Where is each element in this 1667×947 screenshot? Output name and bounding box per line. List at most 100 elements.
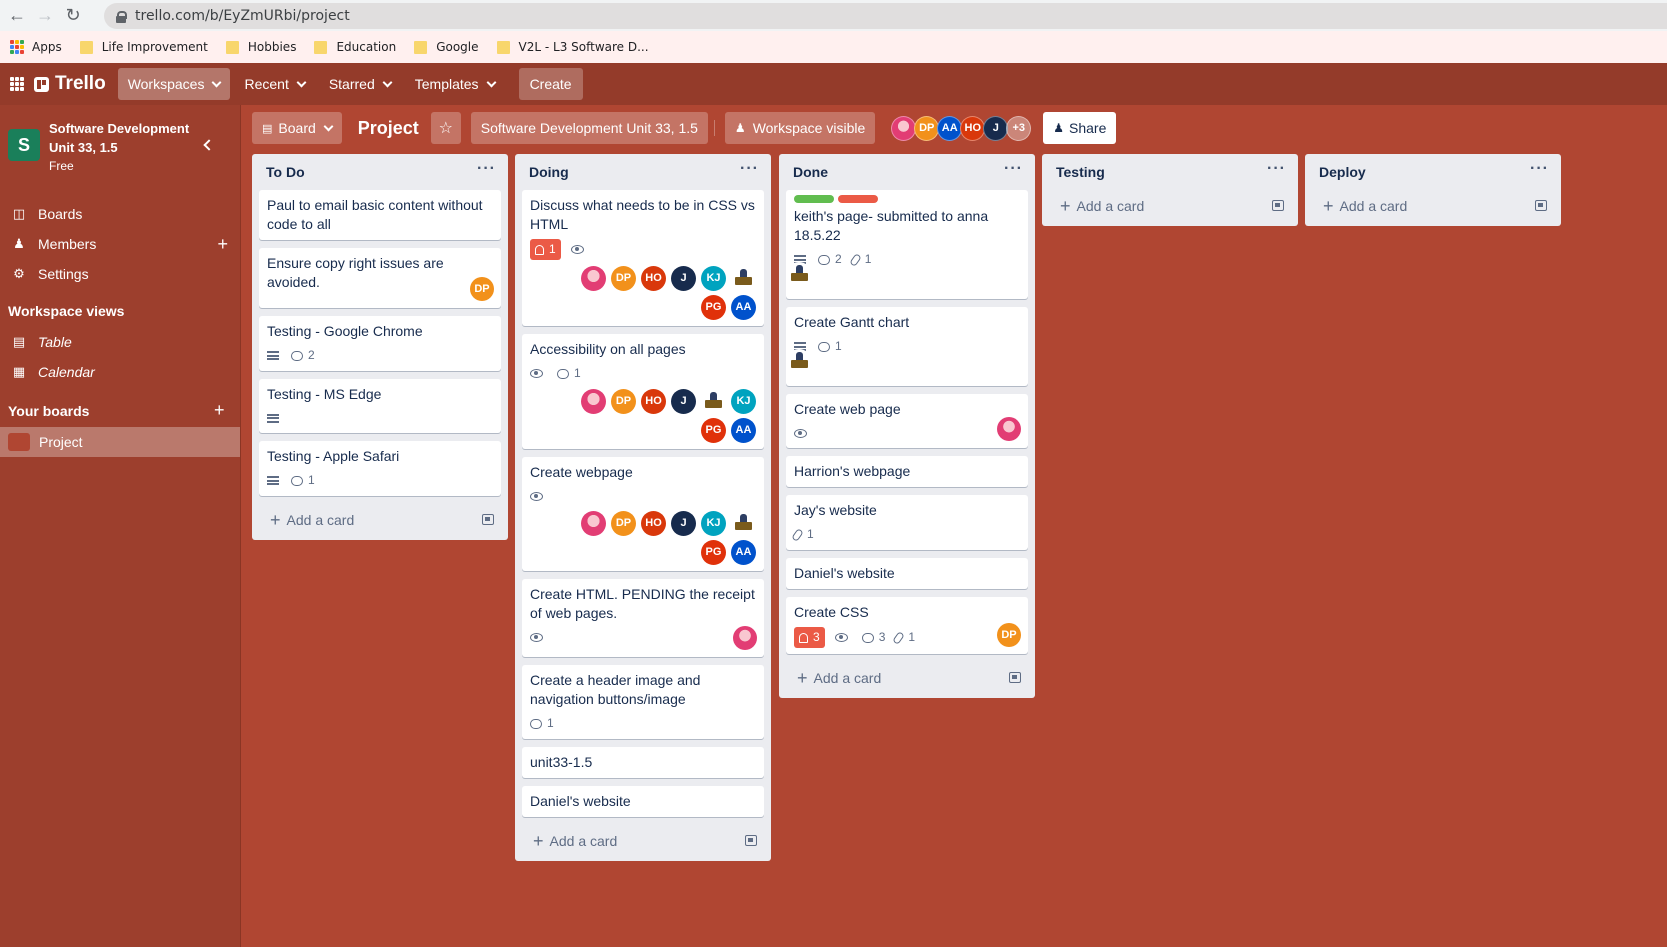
sidebar-item-calendar[interactable]: ▦ Calendar (0, 357, 240, 387)
add-card-button[interactable]: + Add a card (779, 662, 1035, 694)
card[interactable]: Testing - Apple Safari 1 (259, 441, 501, 496)
list-menu-icon[interactable]: ··· (740, 161, 759, 177)
member-avatar[interactable]: HO (960, 115, 986, 141)
board-title[interactable]: Project (358, 118, 419, 139)
sidebar-item-project[interactable]: Project (0, 427, 240, 457)
bookmark-life-improvement[interactable]: Life Improvement (79, 40, 208, 54)
member-avatar[interactable] (891, 115, 917, 141)
card[interactable]: unit33-1.5 (522, 747, 764, 778)
label-green[interactable] (794, 195, 834, 203)
starred-menu[interactable]: Starred (319, 68, 401, 100)
add-card-button[interactable]: + Add a card (515, 825, 771, 857)
workspace-avatar[interactable]: S (8, 129, 40, 161)
visibility-button[interactable]: ♟ Workspace visible (724, 112, 876, 144)
card-member-avatar[interactable]: DP (470, 277, 494, 301)
workspaces-menu[interactable]: Workspaces (117, 68, 231, 100)
templates-menu[interactable]: Templates (405, 68, 505, 100)
card[interactable]: Ensure copy right issues are avoided. DP (259, 248, 501, 308)
list-title[interactable]: Doing (529, 164, 569, 180)
card[interactable]: Create a header image and navigation but… (522, 665, 764, 739)
card-member-avatar[interactable] (787, 349, 811, 373)
card-member-avatar[interactable]: PG (701, 295, 726, 320)
card-member-avatar[interactable]: DP (611, 266, 636, 291)
bookmark-v2l[interactable]: V2L - L3 Software D... (496, 40, 649, 54)
create-button[interactable]: Create (518, 68, 583, 100)
card[interactable]: Paul to email basic content without code… (259, 190, 501, 240)
add-card-button[interactable]: + Add a card (1305, 190, 1561, 222)
card[interactable]: Testing - Google Chrome 2 (259, 316, 501, 371)
card[interactable]: Jay's website 1 (786, 495, 1028, 550)
card-member-avatar[interactable] (787, 262, 811, 286)
forward-arrow-icon[interactable]: → (34, 5, 56, 27)
list-title[interactable]: To Do (266, 164, 305, 180)
member-avatar[interactable]: AA (937, 115, 963, 141)
card-template-icon[interactable] (1009, 672, 1021, 683)
sidebar-item-table[interactable]: ▤ Table (0, 327, 240, 357)
bookmark-hobbies[interactable]: Hobbies (225, 40, 296, 54)
collapse-sidebar-icon[interactable] (203, 139, 215, 151)
card[interactable]: Create CSS 3 3 1 DP (786, 597, 1028, 654)
more-members-badge[interactable]: +3 (1006, 115, 1032, 141)
card-template-icon[interactable] (482, 514, 494, 525)
card-member-avatar[interactable]: KJ (701, 511, 726, 536)
card-member-avatar[interactable]: PG (701, 540, 726, 565)
reload-icon[interactable]: ↻ (62, 5, 84, 27)
bookmark-education[interactable]: Education (314, 40, 396, 54)
sidebar-item-members[interactable]: ♟ Members + (0, 229, 240, 259)
bookmark-google[interactable]: Google (414, 40, 479, 54)
card[interactable]: Create webpage DP HO J KJ PG AA (522, 457, 764, 571)
list-menu-icon[interactable]: ··· (477, 161, 496, 177)
card-member-avatar[interactable]: J (671, 266, 696, 291)
card-template-icon[interactable] (1272, 200, 1284, 211)
sidebar-item-settings[interactable]: ⚙ Settings (0, 259, 240, 289)
card-member-avatar[interactable] (701, 389, 726, 414)
board-view-switcher[interactable]: ▤ Board (252, 112, 342, 144)
card-member-avatar[interactable] (731, 266, 756, 291)
card-member-avatar[interactable]: J (671, 389, 696, 414)
card-template-icon[interactable] (745, 835, 757, 846)
card[interactable]: Daniel's website (522, 786, 764, 817)
address-bar[interactable]: trello.com/b/EyZmURbi/project (104, 3, 1667, 29)
list-menu-icon[interactable]: ··· (1530, 161, 1549, 177)
sidebar-item-boards[interactable]: ◫ Boards (0, 199, 240, 229)
card[interactable]: Discuss what needs to be in CSS vs HTML … (522, 190, 764, 326)
card-member-avatar[interactable]: DP (611, 511, 636, 536)
add-card-button[interactable]: + Add a card (1042, 190, 1298, 222)
trello-logo[interactable]: Trello (34, 73, 106, 95)
card[interactable]: Accessibility on all pages 1 DP HO J KJ … (522, 334, 764, 449)
app-switcher-icon[interactable] (10, 77, 24, 91)
label-red[interactable] (838, 195, 878, 203)
workspace-name[interactable]: Software Development Unit 33, 1.5 (49, 119, 199, 157)
bookmark-apps[interactable]: Apps (32, 40, 62, 54)
card-member-avatar[interactable]: HO (641, 389, 666, 414)
recent-menu[interactable]: Recent (234, 68, 314, 100)
star-icon[interactable]: ☆ (430, 112, 461, 144)
card-member-avatar[interactable]: HO (641, 266, 666, 291)
card-member-avatar[interactable] (581, 266, 606, 291)
apps-grid-icon[interactable] (10, 40, 24, 54)
card-member-avatar[interactable]: DP (997, 623, 1021, 647)
card[interactable]: Daniel's website (786, 558, 1028, 589)
card[interactable]: Harrion's webpage (786, 456, 1028, 487)
card-member-avatar[interactable]: KJ (731, 389, 756, 414)
back-arrow-icon[interactable]: ← (6, 5, 28, 27)
add-board-icon[interactable]: + (214, 400, 225, 421)
card-member-avatar[interactable]: AA (731, 295, 756, 320)
card[interactable]: Create Gantt chart 1 (786, 307, 1028, 386)
card-template-icon[interactable] (1535, 200, 1547, 211)
card-member-avatar[interactable]: AA (731, 418, 756, 443)
list-title[interactable]: Testing (1056, 164, 1105, 180)
card-member-avatar[interactable]: J (671, 511, 696, 536)
card-member-avatar[interactable]: PG (701, 418, 726, 443)
share-button[interactable]: ♟ Share (1043, 112, 1117, 144)
card[interactable]: Testing - MS Edge (259, 379, 501, 433)
add-card-button[interactable]: + Add a card (252, 504, 508, 536)
card[interactable]: Create HTML. PENDING the receipt of web … (522, 579, 764, 657)
card-member-avatar[interactable] (581, 511, 606, 536)
member-avatar[interactable]: DP (914, 115, 940, 141)
list-title[interactable]: Done (793, 164, 828, 180)
card-member-avatar[interactable]: AA (731, 540, 756, 565)
card-member-avatar[interactable] (733, 626, 757, 650)
card-member-avatar[interactable] (731, 511, 756, 536)
add-member-icon[interactable]: + (217, 234, 228, 255)
